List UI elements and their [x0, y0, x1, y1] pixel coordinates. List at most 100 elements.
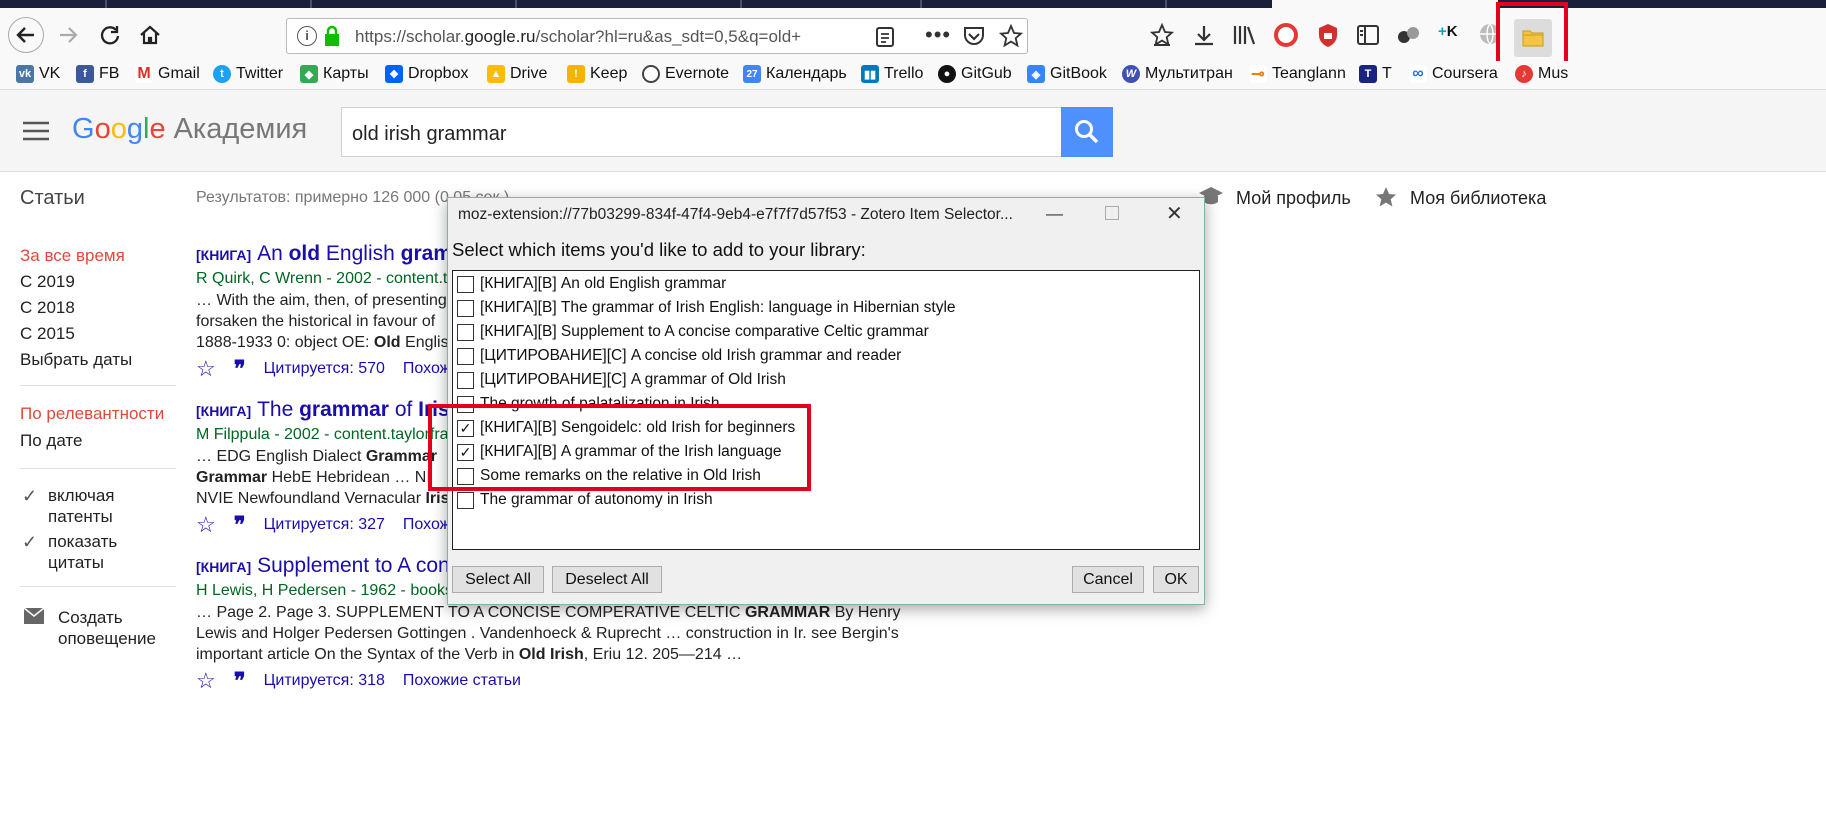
maximize-button[interactable]	[1105, 206, 1119, 220]
filter-since-2018[interactable]: С 2018	[20, 298, 75, 318]
downloads-icon[interactable]	[1192, 23, 1216, 47]
bookmark-item[interactable]: M Gmail	[135, 65, 200, 83]
back-button[interactable]	[8, 17, 44, 53]
select-all-button[interactable]: Select All	[452, 566, 544, 593]
opera-vpn-icon[interactable]	[1274, 23, 1298, 47]
my-library-link[interactable]: Моя библиотека	[1410, 188, 1546, 209]
cite-quote-icon[interactable]: ❞	[234, 512, 246, 538]
hamburger-menu-icon[interactable]	[22, 121, 50, 141]
minimize-button[interactable]: —	[1046, 204, 1063, 224]
deselect-all-button[interactable]: Deselect All	[552, 566, 662, 593]
cite-quote-icon[interactable]: ❞	[234, 356, 246, 382]
shield-icon[interactable]	[1316, 22, 1340, 48]
reload-button[interactable]	[92, 17, 128, 53]
include-patents-checkbox[interactable]: ✓	[22, 486, 40, 506]
home-button[interactable]	[132, 17, 168, 53]
search-input[interactable]: old irish grammar	[341, 107, 1063, 157]
show-citations-label-line1: показать	[48, 532, 118, 551]
bookmark-item[interactable]: TT	[1359, 65, 1392, 83]
scholar-logo[interactable]: Google Академия	[72, 113, 307, 146]
info-icon[interactable]: i	[297, 26, 317, 46]
bookmark-label: T	[1382, 65, 1392, 82]
bookmark-item[interactable]: ◆ Карты	[300, 65, 369, 83]
filter-since-2019[interactable]: С 2019	[20, 272, 75, 292]
item-checkbox[interactable]	[457, 323, 474, 341]
filter-since-2015[interactable]: С 2015	[20, 324, 75, 344]
bookmark-item[interactable]: t Twitter	[213, 65, 283, 83]
cited-by-link[interactable]: Цитируется: 318	[264, 672, 385, 690]
save-star-icon[interactable]: ☆	[196, 668, 216, 694]
filter-custom-dates[interactable]: Выбрать даты	[20, 350, 132, 370]
list-item[interactable]: The grammar of autonomy in Irish	[457, 489, 713, 511]
sort-relevance[interactable]: По релевантности	[20, 404, 164, 424]
list-item[interactable]: [КНИГА][B] An old English grammar	[457, 273, 726, 295]
related-articles-link[interactable]: Похожие статьи	[403, 672, 521, 690]
list-item[interactable]: [КНИГА][B] Supplement to A concise compa…	[457, 321, 929, 343]
bookmark-item[interactable]: ! Keep	[567, 65, 627, 83]
result-type-tag: [КНИГА]	[196, 403, 252, 419]
cited-by-link[interactable]: Цитируется: 327	[264, 516, 385, 534]
navigation-toolbar: i https://scholar.google.ru/scholar?hl=r…	[0, 2, 1826, 69]
create-alert-line1[interactable]: Создать	[58, 608, 123, 628]
save-star-icon[interactable]: ☆	[196, 512, 216, 538]
snippet-text: forsaken the historical in favour of	[196, 313, 436, 330]
bookmark-item[interactable]: Evernote	[642, 65, 729, 83]
item-label: [КНИГА][B] An old English grammar	[480, 275, 727, 292]
bookmark-label: Teanglann	[1272, 65, 1346, 82]
articles-tab[interactable]: Статьи	[20, 187, 85, 210]
zotero-item-selector-dialog: moz-extension://77b03299-834f-47f4-9eb4-…	[447, 197, 1205, 605]
item-checkbox[interactable]	[457, 275, 474, 293]
bookmark-item[interactable]: 27 Календарь	[743, 65, 847, 83]
bookmark-item[interactable]: f FB	[76, 65, 119, 83]
sort-date[interactable]: По дате	[20, 431, 82, 451]
item-checkbox[interactable]	[457, 371, 474, 389]
snippet-text: … Page 2. Page 3. SUPPLEMENT TO A CONCIS…	[196, 604, 745, 621]
library-icon[interactable]	[1232, 23, 1258, 47]
snippet-text: , Eriu 12. 205—214 …	[583, 646, 743, 663]
list-item[interactable]: [КНИГА][B] The grammar of Irish English:…	[457, 297, 956, 319]
ok-button[interactable]: OK	[1153, 566, 1199, 593]
close-button[interactable]: ✕	[1166, 201, 1183, 226]
create-alert-line2[interactable]: оповещение	[58, 629, 156, 649]
item-checkbox[interactable]	[457, 491, 474, 509]
bookmark-item[interactable]: ▲ Drive	[487, 65, 547, 83]
list-item[interactable]: [ЦИТИРОВАНИЕ][C] A grammar of Old Irish	[457, 369, 786, 391]
bookmark-item[interactable]: ▮▮ Trello	[861, 65, 923, 83]
sidebar-icon[interactable]	[1356, 23, 1380, 47]
my-profile-link[interactable]: Мой профиль	[1236, 188, 1351, 209]
bookmark-item[interactable]: ⊸ Teanglann	[1249, 65, 1346, 83]
kontur-extension-icon[interactable]: +K	[1438, 23, 1458, 40]
url-bar[interactable]: i https://scholar.google.ru/scholar?hl=r…	[286, 18, 1028, 54]
cancel-button[interactable]: Cancel	[1072, 566, 1144, 593]
bookmark-item[interactable]: ● GitGub	[938, 65, 1012, 83]
bookmark-item[interactable]: ♪ Mus	[1515, 65, 1568, 83]
highlight-zotero-button	[1496, 2, 1568, 69]
bookmark-star-icon[interactable]	[999, 24, 1023, 48]
pocket-icon[interactable]	[962, 25, 986, 47]
bookmarks-menu-icon[interactable]	[1150, 23, 1174, 47]
save-star-icon[interactable]: ☆	[196, 356, 216, 382]
page-actions-icon[interactable]: •••	[925, 22, 951, 48]
extension-dots-icon[interactable]	[1396, 23, 1422, 47]
show-citations-checkbox[interactable]: ✓	[22, 532, 40, 552]
star-icon	[1376, 187, 1396, 207]
cited-by-link[interactable]: Цитируется: 570	[264, 360, 385, 378]
forward-button[interactable]	[50, 17, 86, 53]
snippet-text: GRAMMAR	[744, 604, 831, 621]
reader-view-icon[interactable]	[875, 26, 895, 48]
bookmark-item[interactable]: W Мультитран	[1122, 65, 1233, 83]
snippet-line: Lewis and Holger Pedersen Gottingen . Va…	[196, 623, 956, 644]
bookmark-item[interactable]: ◈ GitBook	[1027, 65, 1107, 83]
bookmark-item[interactable]: vk VK	[16, 65, 60, 83]
item-checkbox[interactable]	[457, 299, 474, 317]
list-item[interactable]: [ЦИТИРОВАНИЕ][C] A concise old Irish gra…	[457, 345, 901, 367]
cite-quote-icon[interactable]: ❞	[234, 668, 246, 694]
filter-any-time[interactable]: За все время	[20, 246, 125, 266]
bookmark-item[interactable]: ∞ Coursera	[1409, 65, 1498, 83]
url-text[interactable]: https://scholar.google.ru/scholar?hl=ru&…	[355, 27, 855, 47]
active-tab[interactable]	[1272, 0, 1498, 8]
search-button[interactable]	[1061, 107, 1113, 157]
item-checkbox[interactable]	[457, 347, 474, 365]
bookmark-item[interactable]: ❖ Dropbox	[385, 65, 468, 83]
result-type-tag: [КНИГА]	[196, 559, 252, 575]
